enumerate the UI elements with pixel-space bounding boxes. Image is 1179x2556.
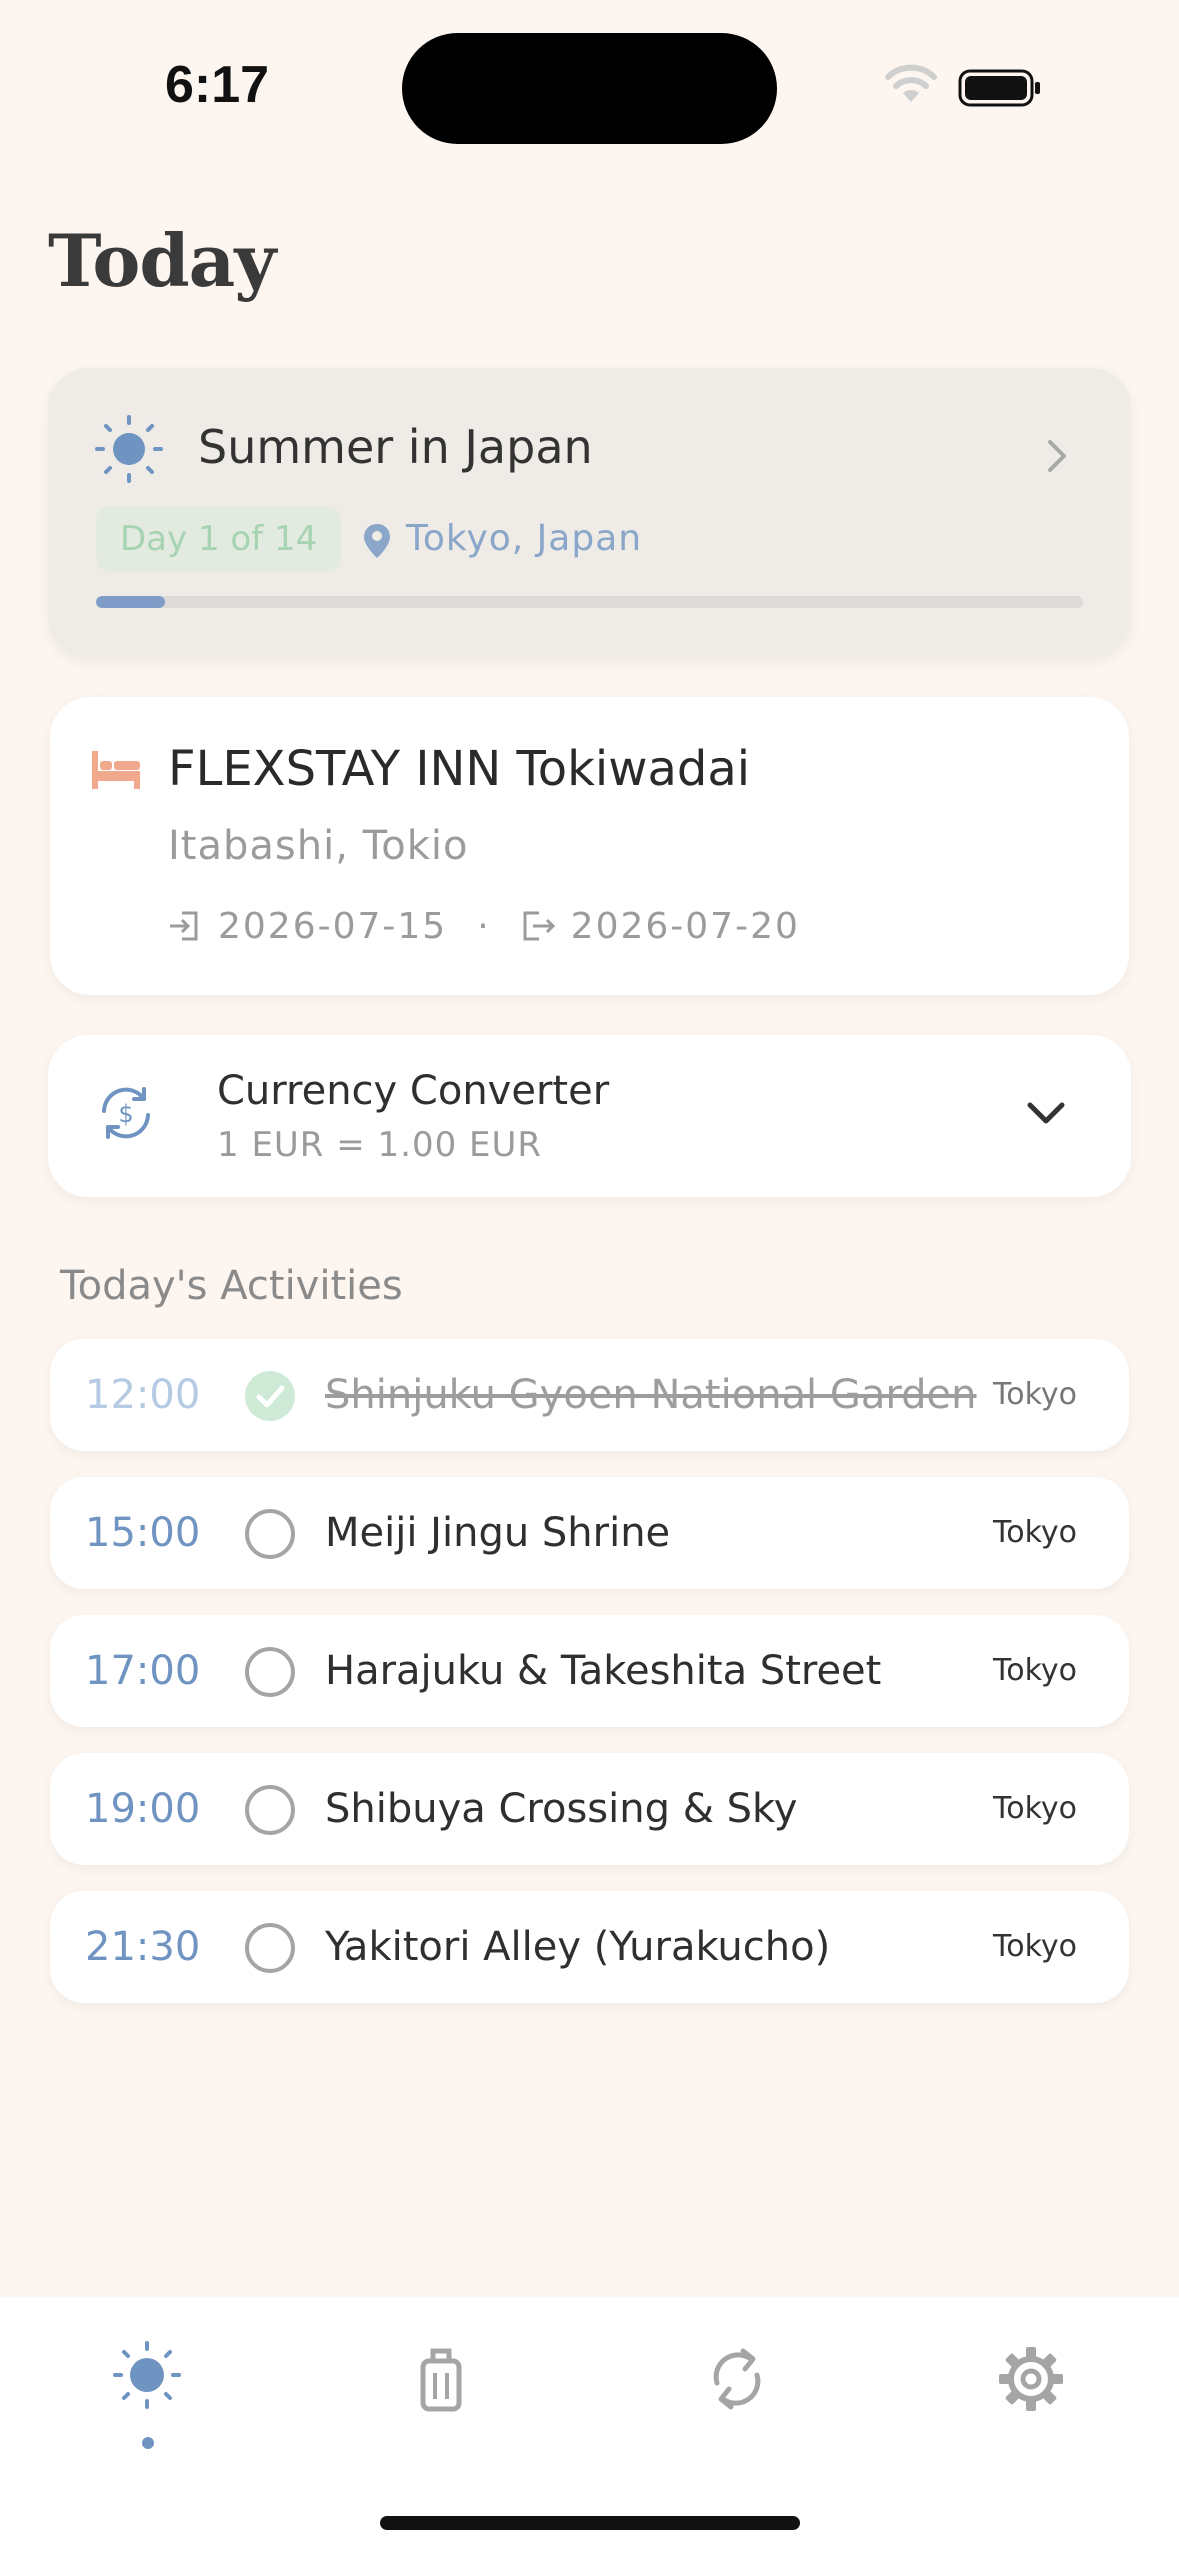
activity-row[interactable]: 21:30 Yakitori Alley (Yurakucho) Tokyo [50, 1891, 1129, 2003]
hotel-card[interactable]: FLEXSTAY INN Tokiwadai Itabashi, Tokio 2… [50, 697, 1129, 995]
hotel-name: FLEXSTAY INN Tokiwadai [168, 741, 751, 797]
activity-row[interactable]: 19:00 Shibuya Crossing & Sky Tokyo [50, 1753, 1129, 1865]
activity-time: 19:00 [85, 1786, 201, 1832]
date-separator: · [477, 905, 491, 947]
dynamic-island [402, 33, 777, 144]
chevron-down-icon[interactable] [1026, 1099, 1066, 1127]
unchecked-circle-icon[interactable] [244, 1508, 296, 1560]
wifi-icon [885, 64, 937, 102]
activity-name: Shibuya Crossing & Sky [325, 1786, 798, 1832]
tab-today[interactable] [107, 2339, 187, 2449]
check-in-icon [170, 911, 198, 941]
activity-time: 21:30 [85, 1924, 201, 1970]
luggage-icon [420, 2348, 462, 2412]
currency-exchange-icon: $ [102, 1087, 150, 1139]
activity-row[interactable]: 17:00 Harajuku & Takeshita Street Tokyo [50, 1615, 1129, 1727]
sync-icon [713, 2348, 761, 2410]
check-in-date: 2026-07-15 [218, 905, 448, 947]
tab-sync[interactable] [697, 2339, 777, 2419]
activity-city: Tokyo [993, 1377, 1077, 1412]
activity-name: Yakitori Alley (Yurakucho) [325, 1924, 831, 1970]
day-badge: Day 1 of 14 [96, 506, 342, 572]
bed-icon [92, 751, 140, 789]
trip-name: Summer in Japan [198, 420, 593, 474]
activities-section-label: Today's Activities [60, 1263, 403, 1309]
hotel-address: Itabashi, Tokio [168, 823, 469, 869]
currency-converter-card[interactable]: $ Currency Converter 1 EUR = 1.00 EUR [48, 1035, 1131, 1197]
checked-circle-icon[interactable] [244, 1370, 296, 1422]
activity-time: 15:00 [85, 1510, 201, 1556]
activity-city: Tokyo [993, 1653, 1077, 1688]
gear-icon [999, 2347, 1063, 2411]
activity-time: 17:00 [85, 1648, 201, 1694]
sun-icon [113, 2341, 181, 2409]
chevron-right-icon [1048, 440, 1066, 472]
unchecked-circle-icon[interactable] [244, 1922, 296, 1974]
battery-icon [958, 69, 1040, 107]
activity-row[interactable]: 15:00 Meiji Jingu Shrine Tokyo [50, 1477, 1129, 1589]
unchecked-circle-icon[interactable] [244, 1646, 296, 1698]
activity-city: Tokyo [993, 1929, 1077, 1964]
active-tab-indicator [142, 2437, 154, 2449]
hotel-dates: 2026-07-15 · 2026-07-20 [168, 903, 800, 949]
currency-title: Currency Converter [217, 1068, 610, 1114]
trip-card[interactable]: Summer in Japan Day 1 of 14 Tokyo, Japan [48, 368, 1131, 658]
tab-settings[interactable] [991, 2339, 1071, 2419]
activity-time: 12:00 [85, 1372, 201, 1418]
svg-text:$: $ [118, 1100, 133, 1128]
activity-name: Meiji Jingu Shrine [325, 1510, 671, 1556]
location-pin-icon [364, 524, 390, 558]
trip-progress-bar [96, 596, 1083, 608]
activity-city: Tokyo [993, 1515, 1077, 1550]
activity-row[interactable]: 12:00 Shinjuku Gyoen National Garden Tok… [50, 1339, 1129, 1451]
status-time: 6:17 [165, 56, 270, 114]
sun-icon [95, 415, 163, 483]
trip-progress-fill [96, 596, 166, 608]
unchecked-circle-icon[interactable] [244, 1784, 296, 1836]
activity-city: Tokyo [993, 1791, 1077, 1826]
tab-trips[interactable] [401, 2339, 481, 2419]
home-indicator [380, 2516, 800, 2530]
check-out-date: 2026-07-20 [570, 905, 800, 947]
activity-name: Harajuku & Takeshita Street [325, 1648, 882, 1694]
activity-name: Shinjuku Gyoen National Garden [325, 1372, 977, 1418]
currency-rate: 1 EUR = 1.00 EUR [217, 1125, 543, 1165]
page-title: Today [48, 218, 276, 303]
check-out-icon [523, 911, 555, 941]
trip-location: Tokyo, Japan [406, 518, 643, 559]
